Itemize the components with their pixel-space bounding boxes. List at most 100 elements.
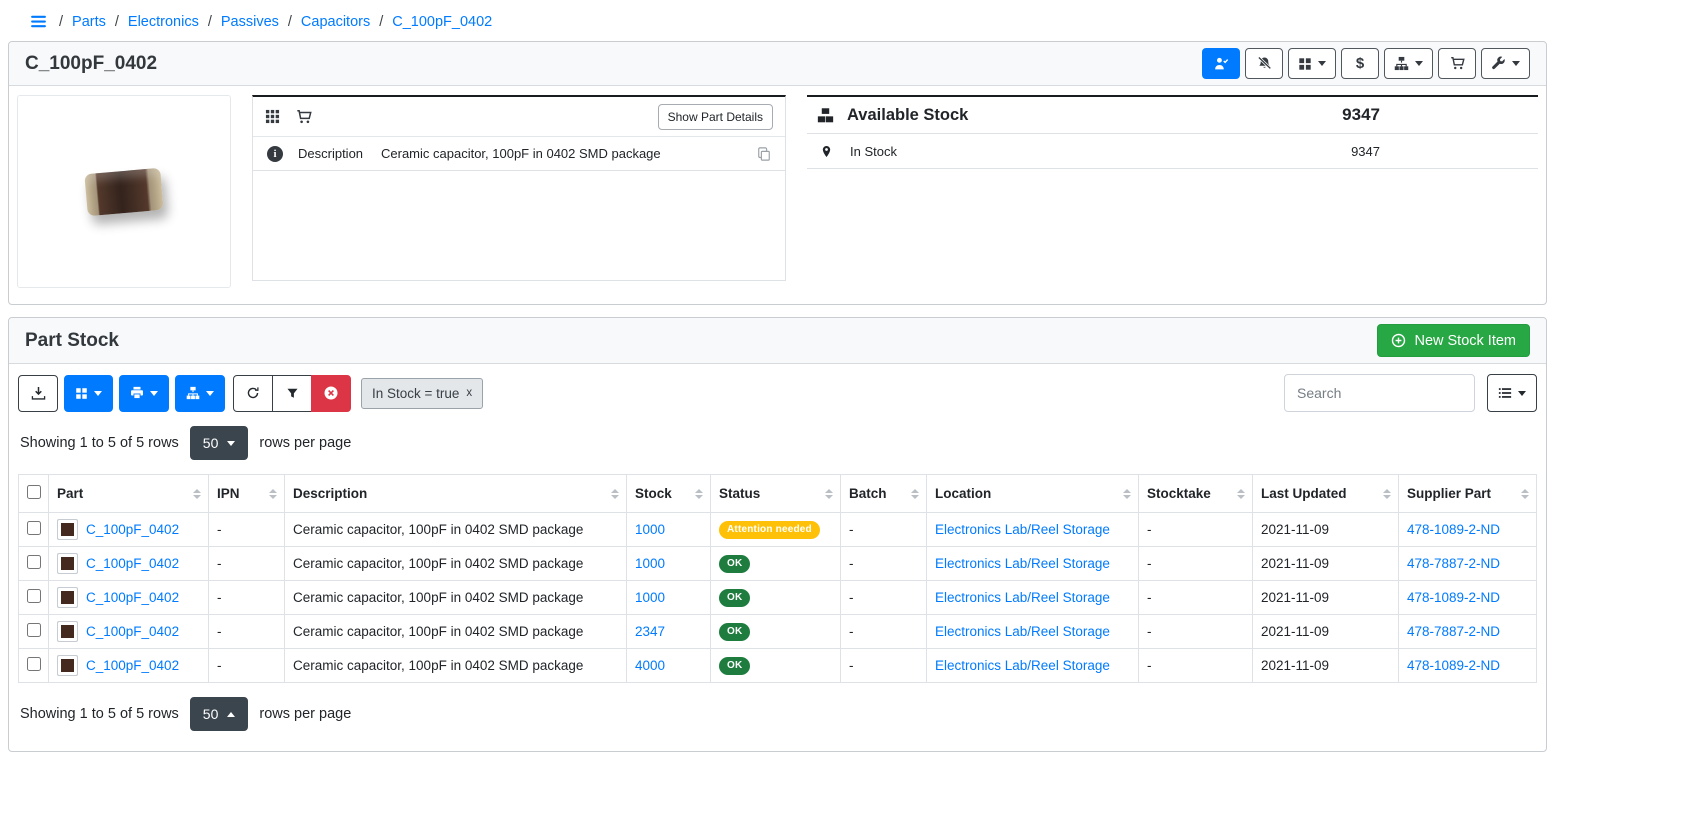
column-header-last-updated[interactable]: Last Updated bbox=[1253, 475, 1399, 513]
pagination-summary: Showing 1 to 5 of 5 rows bbox=[20, 435, 179, 451]
page-size-dropdown[interactable]: 50 bbox=[190, 697, 249, 731]
row-select-checkbox[interactable] bbox=[27, 623, 41, 637]
table-row: C_100pF_0402 - Ceramic capacitor, 100pF … bbox=[19, 581, 1537, 615]
copy-icon[interactable] bbox=[757, 147, 771, 161]
supplier-part-link[interactable]: 478-7887-2-ND bbox=[1407, 624, 1500, 639]
select-all-checkbox[interactable] bbox=[27, 485, 41, 499]
clear-filters-button[interactable] bbox=[311, 375, 351, 412]
part-thumbnail[interactable] bbox=[57, 655, 78, 676]
supplier-part-link[interactable]: 478-7887-2-ND bbox=[1407, 556, 1500, 571]
columns-dropdown[interactable] bbox=[64, 375, 113, 412]
part-link[interactable]: C_100pF_0402 bbox=[86, 556, 179, 571]
column-header-status[interactable]: Status bbox=[711, 475, 841, 513]
list-icon bbox=[1498, 386, 1512, 400]
row-select-checkbox[interactable] bbox=[27, 521, 41, 535]
breadcrumb-link-electronics[interactable]: Electronics bbox=[128, 14, 199, 30]
page-size-dropdown[interactable]: 50 bbox=[190, 426, 249, 460]
sort-icon[interactable] bbox=[1237, 489, 1245, 499]
sort-icon[interactable] bbox=[911, 489, 919, 499]
search-input[interactable] bbox=[1284, 374, 1475, 412]
column-header-ipn[interactable]: IPN bbox=[209, 475, 285, 513]
column-header-stocktake[interactable]: Stocktake bbox=[1139, 475, 1253, 513]
part-link[interactable]: C_100pF_0402 bbox=[86, 522, 179, 537]
part-link[interactable]: C_100pF_0402 bbox=[86, 624, 179, 639]
show-part-details-button[interactable]: Show Part Details bbox=[658, 104, 773, 130]
breadcrumb-link-capacitors[interactable]: Capacitors bbox=[301, 14, 370, 30]
hamburger-menu-icon[interactable] bbox=[30, 13, 47, 30]
active-filter-chip[interactable]: In Stock = true x bbox=[361, 378, 483, 409]
description-cell: Ceramic capacitor, 100pF in 0402 SMD pac… bbox=[285, 649, 627, 683]
sort-icon[interactable] bbox=[611, 489, 619, 499]
part-actions-dropdown[interactable] bbox=[1481, 48, 1530, 79]
column-header-select[interactable] bbox=[19, 475, 49, 513]
location-link[interactable]: Electronics Lab/Reel Storage bbox=[935, 590, 1110, 605]
row-select-checkbox[interactable] bbox=[27, 657, 41, 671]
stock-link[interactable]: 4000 bbox=[635, 658, 665, 673]
export-button[interactable] bbox=[18, 375, 58, 412]
reload-button[interactable] bbox=[233, 375, 273, 412]
stock-options-dropdown[interactable] bbox=[175, 375, 225, 412]
location-link[interactable]: Electronics Lab/Reel Storage bbox=[935, 522, 1110, 537]
column-header-supplier-part[interactable]: Supplier Part bbox=[1399, 475, 1537, 513]
grid-icon bbox=[75, 387, 88, 400]
breadcrumb-link-current-part[interactable]: C_100pF_0402 bbox=[392, 14, 492, 30]
barcode-actions-dropdown[interactable] bbox=[1288, 48, 1336, 79]
location-link[interactable]: Electronics Lab/Reel Storage bbox=[935, 624, 1110, 639]
row-select-checkbox[interactable] bbox=[27, 589, 41, 603]
part-link[interactable]: C_100pF_0402 bbox=[86, 590, 179, 605]
column-header-batch[interactable]: Batch bbox=[841, 475, 927, 513]
print-actions-dropdown[interactable] bbox=[119, 375, 169, 412]
part-thumbnail[interactable] bbox=[57, 519, 78, 540]
breadcrumb-link-passives[interactable]: Passives bbox=[221, 14, 279, 30]
pricing-button[interactable]: $ bbox=[1341, 48, 1379, 79]
status-badge: OK bbox=[719, 623, 750, 641]
last-updated-cell: 2021-11-09 bbox=[1253, 581, 1399, 615]
grid-icon[interactable] bbox=[265, 109, 280, 124]
sort-icon[interactable] bbox=[1521, 489, 1529, 499]
available-stock-label: Available Stock bbox=[847, 106, 968, 125]
sort-icon[interactable] bbox=[1123, 489, 1131, 499]
stock-link[interactable]: 1000 bbox=[635, 590, 665, 605]
part-image[interactable] bbox=[17, 95, 231, 288]
column-header-part[interactable]: Part bbox=[49, 475, 209, 513]
supplier-part-link[interactable]: 478-1089-2-ND bbox=[1407, 522, 1500, 537]
part-link[interactable]: C_100pF_0402 bbox=[86, 658, 179, 673]
remove-filter-icon[interactable]: x bbox=[466, 387, 472, 399]
supplier-part-link[interactable]: 478-1089-2-ND bbox=[1407, 590, 1500, 605]
cart-icon[interactable] bbox=[296, 109, 312, 125]
row-select-checkbox[interactable] bbox=[27, 555, 41, 569]
tools-icon bbox=[1491, 56, 1506, 71]
notifications-button[interactable] bbox=[1245, 48, 1283, 79]
column-header-stock[interactable]: Stock bbox=[627, 475, 711, 513]
part-thumbnail[interactable] bbox=[57, 587, 78, 608]
part-thumbnail[interactable] bbox=[57, 621, 78, 642]
in-stock-label: In Stock bbox=[850, 144, 897, 159]
column-header-location[interactable]: Location bbox=[927, 475, 1139, 513]
rows-per-page-label: rows per page bbox=[259, 706, 351, 722]
stock-actions-dropdown[interactable] bbox=[1384, 48, 1433, 79]
location-link[interactable]: Electronics Lab/Reel Storage bbox=[935, 556, 1110, 571]
sort-icon[interactable] bbox=[193, 489, 201, 499]
description-cell: Ceramic capacitor, 100pF in 0402 SMD pac… bbox=[285, 513, 627, 547]
supplier-part-link[interactable]: 478-1089-2-ND bbox=[1407, 658, 1500, 673]
column-header-description[interactable]: Description bbox=[285, 475, 627, 513]
ipn-cell: - bbox=[209, 615, 285, 649]
filter-button[interactable] bbox=[272, 375, 312, 412]
plus-circle-icon bbox=[1391, 333, 1406, 348]
batch-cell: - bbox=[841, 649, 927, 683]
sort-icon[interactable] bbox=[269, 489, 277, 499]
stock-link[interactable]: 1000 bbox=[635, 522, 665, 537]
part-panel-heading: C_100pF_0402 bbox=[9, 42, 1546, 86]
location-link[interactable]: Electronics Lab/Reel Storage bbox=[935, 658, 1110, 673]
part-thumbnail[interactable] bbox=[57, 553, 78, 574]
purchase-button[interactable] bbox=[1438, 48, 1476, 79]
subscribe-button[interactable] bbox=[1202, 48, 1240, 79]
stock-link[interactable]: 2347 bbox=[635, 624, 665, 639]
table-view-toggle[interactable] bbox=[1487, 374, 1537, 412]
sort-icon[interactable] bbox=[695, 489, 703, 499]
breadcrumb-link-parts[interactable]: Parts bbox=[72, 14, 106, 30]
new-stock-item-button[interactable]: New Stock Item bbox=[1377, 324, 1530, 357]
sort-icon[interactable] bbox=[825, 489, 833, 499]
stock-link[interactable]: 1000 bbox=[635, 556, 665, 571]
sort-icon[interactable] bbox=[1383, 489, 1391, 499]
